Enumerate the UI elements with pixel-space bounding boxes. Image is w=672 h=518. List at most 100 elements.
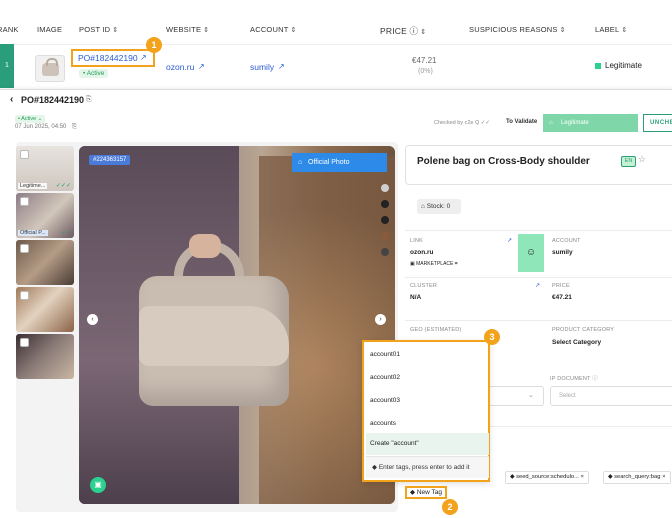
- main-product-image[interactable]: [79, 146, 395, 504]
- gallery-thumb-5[interactable]: [16, 334, 74, 379]
- camera-icon[interactable]: ▣: [90, 477, 106, 493]
- product-thumbnail[interactable]: [35, 55, 65, 82]
- new-tag-button[interactable]: ◆ New Tag: [405, 486, 447, 499]
- link-label: LINK: [410, 238, 424, 244]
- price-change: (0%): [418, 68, 433, 75]
- col-website[interactable]: WEBSITE ⇕: [166, 25, 209, 34]
- ip-document-label: IP DOCUMENT ⓘ: [550, 376, 598, 382]
- account-label: ACCOUNT: [552, 238, 581, 244]
- official-photo-button[interactable]: ⌂ Official Photo: [292, 153, 387, 172]
- label-value: Legitimate: [605, 61, 642, 70]
- thumb-label: Official P...: [18, 230, 48, 236]
- account-link[interactable]: sumily: [250, 62, 274, 72]
- gallery-thumb-4[interactable]: [16, 287, 74, 332]
- color-dot[interactable]: [381, 216, 389, 224]
- tag-option[interactable]: account01: [370, 351, 400, 358]
- external-link-icon[interactable]: ↗: [507, 237, 512, 244]
- copy-icon[interactable]: ⎘: [86, 96, 92, 104]
- sort-icon[interactable]: ⇕: [621, 27, 627, 34]
- geo-select-chevron[interactable]: ⌄: [490, 386, 544, 406]
- legitimate-button[interactable]: ⌂ Legitimate: [543, 114, 638, 132]
- color-dot[interactable]: [381, 184, 389, 192]
- hand: [189, 234, 221, 258]
- col-account[interactable]: ACCOUNT ⇕: [250, 25, 297, 34]
- thumb-checkbox[interactable]: [20, 150, 29, 159]
- post-date: 07 Jun 2025, 04:50: [15, 124, 67, 130]
- copy-icon[interactable]: ⎘: [72, 124, 77, 131]
- post-id-link[interactable]: PO#182442190: [78, 53, 138, 63]
- back-icon[interactable]: ‹: [10, 94, 13, 105]
- thumb-checkbox[interactable]: [20, 338, 29, 347]
- thumb-checkbox[interactable]: [20, 244, 29, 253]
- tag-dropdown: account01 account02 account03 accounts C…: [362, 340, 490, 482]
- gallery-thumb-3[interactable]: [16, 240, 74, 285]
- tag-option[interactable]: account03: [370, 397, 400, 404]
- col-price[interactable]: PRICE ⓘ ⇕: [380, 25, 426, 37]
- tag-option[interactable]: account02: [370, 374, 400, 381]
- callout-2: 2: [442, 499, 458, 515]
- ip-document-select[interactable]: Select: [550, 386, 672, 406]
- table-header: RANK IMAGE POST ID⇕ WEBSITE⇕ ACCOUNT⇕ PR…: [0, 0, 672, 44]
- checked-by: Checked by c2e Q ✓✓: [434, 120, 490, 126]
- callout-3: 3: [484, 329, 500, 345]
- marketplace-tag: ▣ MARKETPLACE ⌗: [410, 261, 458, 267]
- status-dropdown[interactable]: • Active ⌄: [15, 115, 46, 123]
- external-link-icon[interactable]: ↗: [140, 53, 147, 62]
- image-id-badge: #224363157: [89, 155, 131, 165]
- bag-image: [42, 58, 59, 76]
- rank-cell: 1: [0, 44, 14, 88]
- color-dot[interactable]: [381, 200, 389, 208]
- col-post-id[interactable]: POST ID ⇕: [79, 25, 118, 34]
- prev-image-icon[interactable]: ‹: [87, 314, 98, 325]
- star-icon[interactable]: ☆: [638, 154, 646, 165]
- account-value[interactable]: sumily: [552, 249, 573, 256]
- account-avatar-icon[interactable]: ☺: [518, 234, 544, 272]
- col-rank[interactable]: RANK: [0, 25, 19, 34]
- legitimate-dot: [595, 63, 601, 69]
- divider: [405, 277, 672, 278]
- external-link-icon[interactable]: ↗: [198, 62, 205, 71]
- next-image-icon[interactable]: ›: [375, 314, 386, 325]
- create-tag-option[interactable]: Create "account": [366, 433, 489, 455]
- category-select[interactable]: Select Category: [552, 339, 601, 346]
- callout-1: 1: [146, 37, 162, 53]
- sort-icon[interactable]: ⇕: [203, 27, 209, 34]
- thumb-checkbox[interactable]: [20, 197, 29, 206]
- thumb-checkbox[interactable]: [20, 291, 29, 300]
- tag-chip[interactable]: ◆ search_query:bag ×: [603, 471, 671, 484]
- col-label[interactable]: LABEL ⇕: [595, 25, 627, 34]
- info-icon[interactable]: ⓘ: [410, 26, 419, 36]
- color-dot[interactable]: [381, 232, 389, 240]
- tag-icon: ◆: [372, 464, 379, 471]
- tag-chip[interactable]: ◆ seed_source:schedulo... ×: [505, 471, 589, 484]
- external-link-icon[interactable]: ↗: [535, 282, 540, 289]
- gallery-thumb-2[interactable]: Official P... ✓✓: [16, 193, 74, 238]
- close-icon[interactable]: ×: [581, 474, 584, 480]
- status-badge: • Active: [79, 69, 109, 78]
- sort-icon[interactable]: ⇕: [560, 27, 566, 34]
- scan-icon: ⌗: [454, 261, 458, 267]
- external-link-icon[interactable]: ↗: [278, 62, 285, 71]
- check-icon: ✓✓✓: [55, 183, 71, 189]
- tag-option[interactable]: accounts: [370, 420, 396, 427]
- check-icon: ✓✓: [60, 230, 71, 236]
- sort-icon[interactable]: ⇕: [112, 27, 118, 34]
- bag-flap: [139, 306, 289, 366]
- gallery-thumb-1[interactable]: Legitime... ✓✓✓: [16, 146, 74, 191]
- website-link[interactable]: ozon.ru: [166, 62, 194, 72]
- col-image: IMAGE: [37, 25, 63, 34]
- stock-badge: ⌂ Stock: 0: [417, 199, 461, 214]
- tag-input[interactable]: ◆ Enter tags, press enter to add it: [366, 456, 489, 478]
- sort-icon[interactable]: ⇕: [290, 27, 296, 34]
- sort-icon[interactable]: ⇕: [420, 29, 426, 36]
- divider: [405, 320, 672, 321]
- to-validate-button[interactable]: To Validate: [506, 119, 537, 125]
- language-badge[interactable]: EN: [621, 156, 636, 167]
- lock-icon: ⌂: [549, 120, 553, 126]
- link-value[interactable]: ozon.ru: [410, 249, 433, 256]
- color-dot[interactable]: [381, 248, 389, 256]
- col-suspicious[interactable]: SUSPICIOUS REASONS ⇕: [469, 25, 566, 34]
- thumb-label: Legitime...: [18, 183, 48, 189]
- close-icon[interactable]: ×: [662, 474, 665, 480]
- uncheck-button[interactable]: UNCHE: [643, 114, 672, 132]
